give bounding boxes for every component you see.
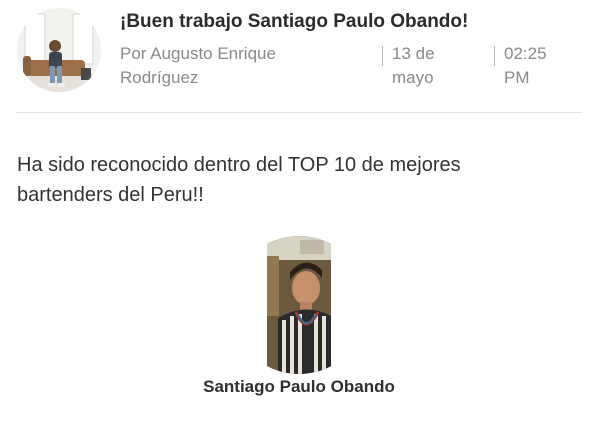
- author-photo: [17, 8, 101, 92]
- recipient-avatar[interactable]: [230, 236, 368, 374]
- post-title: ¡Buen trabajo Santiago Paulo Obando!: [120, 11, 469, 32]
- post-author: Por Augusto Enrique Rodríguez: [120, 44, 276, 87]
- post-header: ¡Buen trabajo Santiago Paulo Obando! Por…: [0, 0, 592, 113]
- post-date: 13 de mayo: [392, 44, 435, 87]
- recipient-photo: [230, 236, 368, 374]
- header-divider: [16, 112, 582, 113]
- recipient-name: Santiago Paulo Obando: [203, 377, 395, 396]
- meta-separator: [494, 46, 495, 66]
- author-avatar[interactable]: [17, 8, 101, 92]
- recognition-message: Ha sido reconocido dentro del TOP 10 de …: [17, 154, 461, 206]
- meta-separator: [382, 46, 383, 66]
- post-time: 02:25 PM: [504, 44, 547, 87]
